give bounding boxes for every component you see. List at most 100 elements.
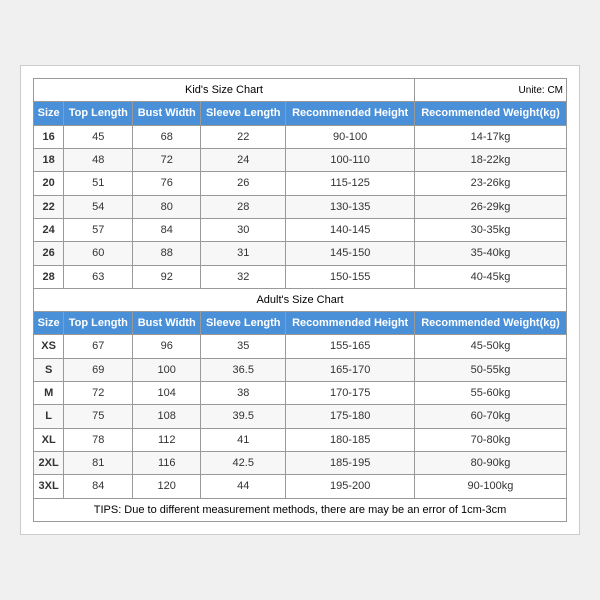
tips-row: TIPS: Due to different measurement metho… (34, 498, 567, 521)
adults-cell: 195-200 (286, 475, 415, 498)
kids-cell: 22 (201, 125, 286, 148)
kids-cell: 18 (34, 149, 64, 172)
adults-cell: 104 (133, 382, 201, 405)
adults-cell: 67 (64, 335, 133, 358)
adults-title-row: Adult's Size Chart (34, 288, 567, 311)
adults-data-row: S6910036.5165-17050-55kg (34, 358, 567, 381)
kids-cell: 76 (133, 172, 201, 195)
adults-data-row: L7510839.5175-18060-70kg (34, 405, 567, 428)
kids-cell: 51 (64, 172, 133, 195)
adults-cell: 41 (201, 428, 286, 451)
kids-cell: 23-26kg (414, 172, 566, 195)
adults-cell: 180-185 (286, 428, 415, 451)
adults-cell: 120 (133, 475, 201, 498)
kids-cell: 45 (64, 125, 133, 148)
adults-cell: 69 (64, 358, 133, 381)
kids-unit: Unite: CM (414, 79, 566, 102)
adults-col-weight: Recommended Weight(kg) (414, 312, 566, 335)
kids-data-row: 26608831145-15035-40kg (34, 242, 567, 265)
kids-size-table: Kid's Size Chart Unite: CM Size Top Leng… (33, 78, 567, 522)
adults-data-row: XS679635155-16545-50kg (34, 335, 567, 358)
kids-cell: 92 (133, 265, 201, 288)
adults-cell: 90-100kg (414, 475, 566, 498)
adults-cell: 42.5 (201, 451, 286, 474)
tips-text: TIPS: Due to different measurement metho… (34, 498, 567, 521)
adults-cell: 3XL (34, 475, 64, 498)
kids-cell: 31 (201, 242, 286, 265)
kids-data-row: 18487224100-11018-22kg (34, 149, 567, 172)
adults-col-sleeve: Sleeve Length (201, 312, 286, 335)
adults-cell: 75 (64, 405, 133, 428)
kids-cell: 22 (34, 195, 64, 218)
kids-cell: 72 (133, 149, 201, 172)
kids-cell: 28 (201, 195, 286, 218)
adults-cell: M (34, 382, 64, 405)
kids-title: Kid's Size Chart (34, 79, 415, 102)
adults-cell: 60-70kg (414, 405, 566, 428)
adults-cell: XL (34, 428, 64, 451)
kids-col-height: Recommended Height (286, 102, 415, 125)
kids-col-bust: Bust Width (133, 102, 201, 125)
kids-cell: 26 (34, 242, 64, 265)
kids-data-row: 20517626115-12523-26kg (34, 172, 567, 195)
kids-data-row: 28639232150-15540-45kg (34, 265, 567, 288)
kids-cell: 20 (34, 172, 64, 195)
kids-cell: 88 (133, 242, 201, 265)
kids-cell: 18-22kg (414, 149, 566, 172)
adults-cell: 96 (133, 335, 201, 358)
kids-cell: 130-135 (286, 195, 415, 218)
adults-cell: 155-165 (286, 335, 415, 358)
kids-cell: 30-35kg (414, 218, 566, 241)
adults-cell: S (34, 358, 64, 381)
adults-cell: 175-180 (286, 405, 415, 428)
adults-col-height: Recommended Height (286, 312, 415, 335)
adults-cell: 78 (64, 428, 133, 451)
adults-cell: 38 (201, 382, 286, 405)
kids-cell: 57 (64, 218, 133, 241)
kids-title-row: Kid's Size Chart Unite: CM (34, 79, 567, 102)
adults-cell: 55-60kg (414, 382, 566, 405)
kids-cell: 35-40kg (414, 242, 566, 265)
kids-cell: 30 (201, 218, 286, 241)
adults-cell: 84 (64, 475, 133, 498)
adults-title: Adult's Size Chart (34, 288, 567, 311)
adults-data-row: 3XL8412044195-20090-100kg (34, 475, 567, 498)
kids-data-row: 24578430140-14530-35kg (34, 218, 567, 241)
kids-cell: 48 (64, 149, 133, 172)
adults-cell: 36.5 (201, 358, 286, 381)
adults-cell: 72 (64, 382, 133, 405)
adults-cell: L (34, 405, 64, 428)
kids-cell: 14-17kg (414, 125, 566, 148)
kids-cell: 26 (201, 172, 286, 195)
adults-cell: 116 (133, 451, 201, 474)
adults-data-row: XL7811241180-18570-80kg (34, 428, 567, 451)
kids-cell: 90-100 (286, 125, 415, 148)
adults-data-row: 2XL8111642.5185-19580-90kg (34, 451, 567, 474)
adults-col-top-length: Top Length (64, 312, 133, 335)
kids-cell: 145-150 (286, 242, 415, 265)
adults-col-size: Size (34, 312, 64, 335)
adults-cell: 108 (133, 405, 201, 428)
kids-cell: 140-145 (286, 218, 415, 241)
kids-cell: 100-110 (286, 149, 415, 172)
kids-col-sleeve: Sleeve Length (201, 102, 286, 125)
kids-cell: 24 (34, 218, 64, 241)
adults-cell: 70-80kg (414, 428, 566, 451)
kids-cell: 68 (133, 125, 201, 148)
adults-cell: 44 (201, 475, 286, 498)
adults-cell: 112 (133, 428, 201, 451)
kids-cell: 84 (133, 218, 201, 241)
kids-cell: 26-29kg (414, 195, 566, 218)
adults-cell: 39.5 (201, 405, 286, 428)
kids-data-body: 1645682290-10014-17kg18487224100-11018-2… (34, 125, 567, 288)
kids-cell: 115-125 (286, 172, 415, 195)
kids-cell: 63 (64, 265, 133, 288)
adults-cell: 100 (133, 358, 201, 381)
adults-cell: XS (34, 335, 64, 358)
adults-col-bust: Bust Width (133, 312, 201, 335)
kids-cell: 60 (64, 242, 133, 265)
size-chart-card: Kid's Size Chart Unite: CM Size Top Leng… (20, 65, 580, 535)
kids-data-row: 22548028130-13526-29kg (34, 195, 567, 218)
kids-cell: 80 (133, 195, 201, 218)
adults-cell: 185-195 (286, 451, 415, 474)
